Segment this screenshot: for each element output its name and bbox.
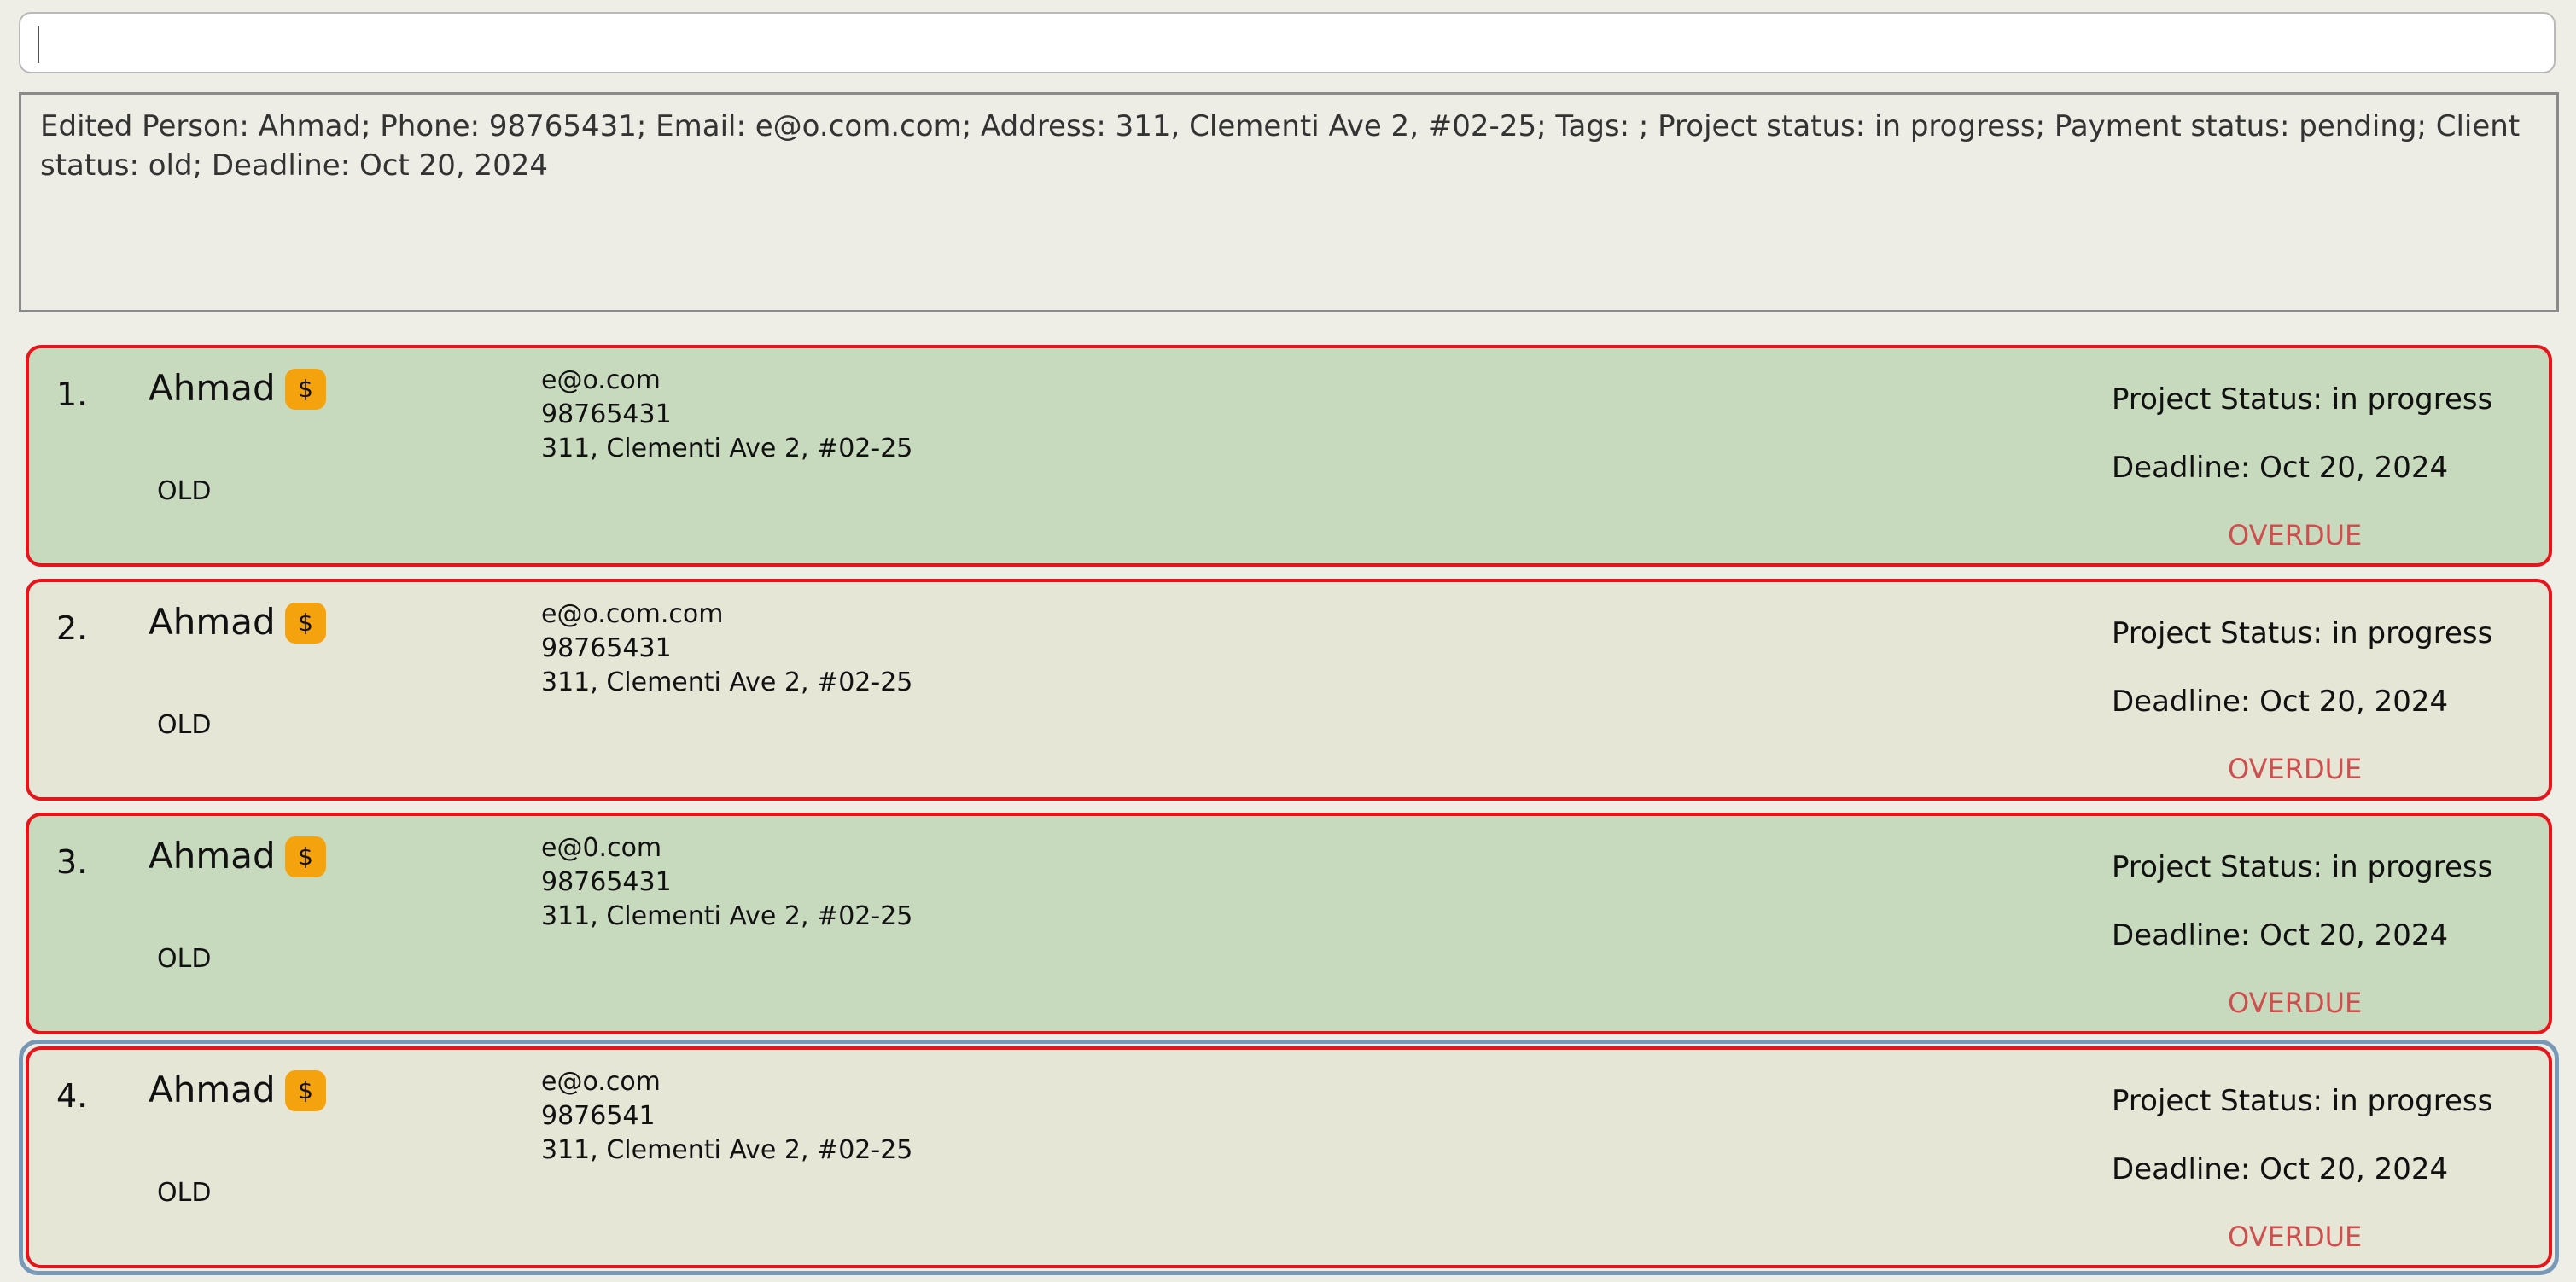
project-status: Project Status: in progress xyxy=(2112,1084,2493,1118)
person-name: Ahmad xyxy=(149,835,276,877)
person-email: e@o.com.com xyxy=(541,599,724,629)
person-card[interactable]: 1. Ahmad $ OLD e@o.com 98765431 311, Cle… xyxy=(26,345,2552,567)
person-address: 311, Clementi Ave 2, #02-25 xyxy=(541,667,913,697)
result-message: Edited Person: Ahmad; Phone: 98765431; E… xyxy=(40,109,2521,183)
person-phone: 98765431 xyxy=(541,399,672,429)
app-window: Edited Person: Ahmad; Phone: 98765431; E… xyxy=(0,0,2576,1282)
deadline: Deadline: Oct 20, 2024 xyxy=(2112,918,2449,953)
person-name: Ahmad xyxy=(149,601,276,643)
client-status-label: OLD xyxy=(157,476,212,506)
person-email: e@0.com xyxy=(541,833,662,863)
person-name: Ahmad xyxy=(149,367,276,409)
project-status: Project Status: in progress xyxy=(2112,382,2493,417)
person-phone: 9876541 xyxy=(541,1101,656,1131)
project-status: Project Status: in progress xyxy=(2112,616,2493,650)
person-index: 2. xyxy=(56,609,88,647)
client-status-label: OLD xyxy=(157,710,212,740)
person-address: 311, Clementi Ave 2, #02-25 xyxy=(541,901,913,931)
person-phone: 98765431 xyxy=(541,867,672,897)
person-card[interactable]: 3. Ahmad $ OLD e@0.com 98765431 311, Cle… xyxy=(26,813,2552,1034)
person-index: 3. xyxy=(56,843,88,881)
person-phone: 98765431 xyxy=(541,633,672,663)
person-address: 311, Clementi Ave 2, #02-25 xyxy=(541,434,913,463)
overdue-label: OVERDUE xyxy=(2228,1221,2363,1253)
person-index: 4. xyxy=(56,1077,88,1115)
command-box[interactable] xyxy=(19,12,2556,73)
person-name: Ahmad xyxy=(149,1069,276,1110)
dollar-sign-icon: $ xyxy=(285,603,326,644)
command-input[interactable] xyxy=(36,20,2532,67)
result-display: Edited Person: Ahmad; Phone: 98765431; E… xyxy=(19,92,2559,312)
dollar-sign-icon: $ xyxy=(285,1070,326,1111)
overdue-label: OVERDUE xyxy=(2228,519,2363,551)
deadline: Deadline: Oct 20, 2024 xyxy=(2112,1152,2449,1186)
dollar-sign-icon: $ xyxy=(285,369,326,410)
person-card[interactable]: 4. Ahmad $ OLD e@o.com 9876541 311, Clem… xyxy=(26,1046,2552,1268)
dollar-sign-icon: $ xyxy=(285,836,326,877)
overdue-label: OVERDUE xyxy=(2228,987,2363,1019)
project-status: Project Status: in progress xyxy=(2112,850,2493,884)
person-index: 1. xyxy=(56,376,88,413)
client-status-label: OLD xyxy=(157,944,212,974)
text-caret xyxy=(38,26,39,63)
deadline: Deadline: Oct 20, 2024 xyxy=(2112,451,2449,485)
deadline: Deadline: Oct 20, 2024 xyxy=(2112,685,2449,719)
person-email: e@o.com xyxy=(541,1067,661,1097)
overdue-label: OVERDUE xyxy=(2228,753,2363,785)
person-email: e@o.com xyxy=(541,365,661,395)
person-card[interactable]: 2. Ahmad $ OLD e@o.com.com 98765431 311,… xyxy=(26,579,2552,801)
client-status-label: OLD xyxy=(157,1178,212,1208)
person-address: 311, Clementi Ave 2, #02-25 xyxy=(541,1135,913,1165)
